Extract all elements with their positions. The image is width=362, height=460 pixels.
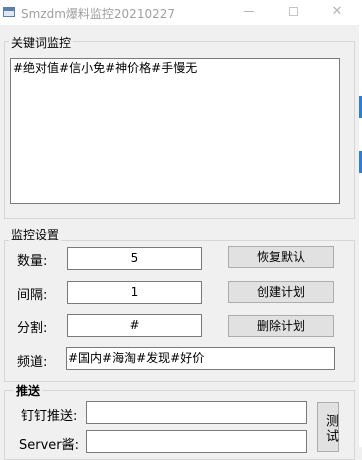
title-bar[interactable]: Smzdm爆料监控20210227 ✕ [0, 0, 362, 25]
dingtalk-push-input[interactable] [86, 401, 307, 424]
minimize-button[interactable] [226, 0, 272, 25]
delete-schedule-button[interactable]: 删除计划 [228, 315, 334, 337]
count-input[interactable]: 5 [67, 247, 202, 270]
create-schedule-button[interactable]: 创建计划 [228, 281, 334, 303]
close-button[interactable]: ✕ [314, 0, 360, 25]
keyword-textarea[interactable]: #绝对值#信小免#神价格#手慢无 [10, 58, 340, 204]
interval-label: 间隔: [17, 288, 48, 303]
test-button[interactable]: 测试 [317, 402, 339, 452]
interval-input[interactable]: 1 [67, 281, 202, 304]
minimize-icon [244, 11, 254, 12]
maximize-button[interactable] [270, 0, 316, 25]
count-label: 数量: [17, 254, 48, 269]
split-label: 分割: [17, 321, 48, 336]
push-label: 推送 [14, 382, 43, 399]
keyword-monitor-label: 关键词监控 [9, 34, 74, 51]
app-window-icon [3, 7, 15, 17]
window-title: Smzdm爆料监控20210227 [21, 7, 175, 21]
server-chan-label: Server酱: [19, 438, 80, 453]
maximize-icon [288, 7, 298, 16]
test-button-label: 测试 [323, 413, 338, 444]
channel-input[interactable]: #国内#海淘#发现#好价 [66, 347, 335, 370]
close-icon: ✕ [331, 4, 343, 19]
restore-default-button[interactable]: 恢复默认 [228, 246, 334, 268]
server-chan-input[interactable] [86, 430, 307, 453]
monitor-settings-label: 监控设置 [9, 226, 62, 243]
channel-label: 频道: [17, 355, 48, 370]
split-input[interactable]: # [67, 314, 202, 337]
dingtalk-push-label: 钉钉推送: [21, 409, 78, 424]
